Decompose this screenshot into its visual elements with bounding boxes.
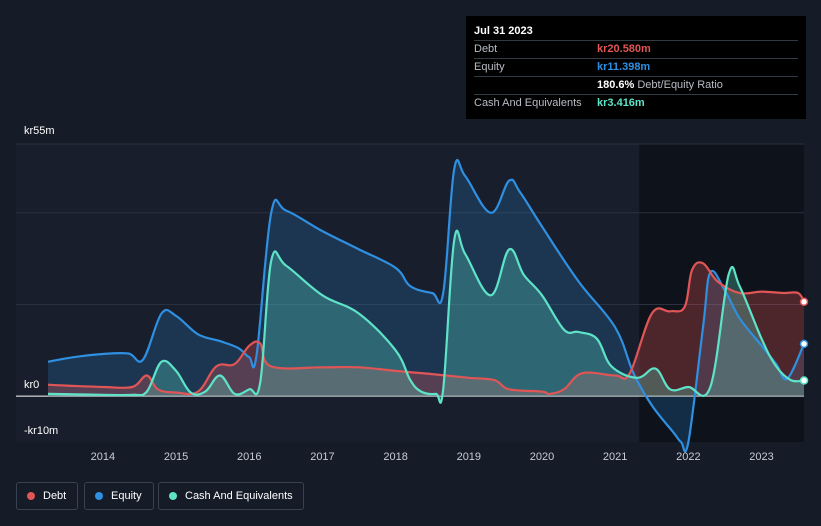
endpoint-debt [799, 297, 809, 307]
legend-item-equity[interactable]: Equity [84, 482, 154, 510]
x-tick-label: 2018 [383, 451, 408, 463]
y-tick-label-min: -kr10m [24, 425, 59, 437]
x-tick-label: 2014 [90, 451, 116, 463]
data-tooltip: Jul 31 2023 Debt kr20.580m Equity kr11.3… [466, 16, 806, 119]
legend-label: Cash And Equivalents [185, 490, 293, 502]
y-tick-label-max: kr55m [24, 125, 55, 137]
tooltip-value: kr3.416m [597, 97, 645, 109]
legend-dot-icon [27, 492, 35, 500]
tooltip-date: Jul 31 2023 [474, 25, 533, 37]
legend-item-cash[interactable]: Cash And Equivalents [158, 482, 304, 510]
x-tick-label: 2017 [310, 451, 335, 463]
legend-item-debt[interactable]: Debt [16, 482, 78, 510]
tooltip-label: Debt [474, 43, 498, 55]
x-tick-label: 2015 [163, 451, 189, 463]
x-tick-label: 2022 [676, 451, 701, 463]
tooltip-row-equity: Equity kr11.398m [474, 58, 798, 76]
tooltip-ratio-label: Debt/Equity Ratio [637, 79, 723, 91]
tooltip-value: 180.6% [597, 79, 635, 91]
y-tick-label-zero: kr0 [24, 379, 40, 391]
tooltip-label [474, 77, 597, 94]
x-tick-label: 2019 [456, 451, 482, 463]
tooltip-label: Equity [474, 61, 505, 73]
tooltip-label: Cash And Equivalents [474, 97, 582, 109]
x-tick-label: 2020 [529, 451, 555, 463]
endpoint-equity [799, 339, 809, 349]
legend-dot-icon [169, 492, 177, 500]
x-tick-label: 2023 [749, 451, 774, 463]
endpoint-cash [799, 376, 809, 385]
tooltip-value: kr11.398m [597, 61, 651, 73]
legend-label: Equity [111, 490, 142, 502]
tooltip-row-debt: Debt kr20.580m [474, 40, 798, 58]
legend-dot-icon [95, 492, 103, 500]
tooltip-value: kr20.580m [597, 43, 651, 55]
legend-label: Debt [43, 490, 67, 502]
tooltip-row-ratio: 180.6% Debt/Equity Ratio [474, 76, 798, 94]
tooltip-row-cash: Cash And Equivalents kr3.416m [474, 94, 798, 112]
x-tick-label: 2021 [602, 451, 628, 463]
x-tick-label: 2016 [237, 451, 262, 463]
